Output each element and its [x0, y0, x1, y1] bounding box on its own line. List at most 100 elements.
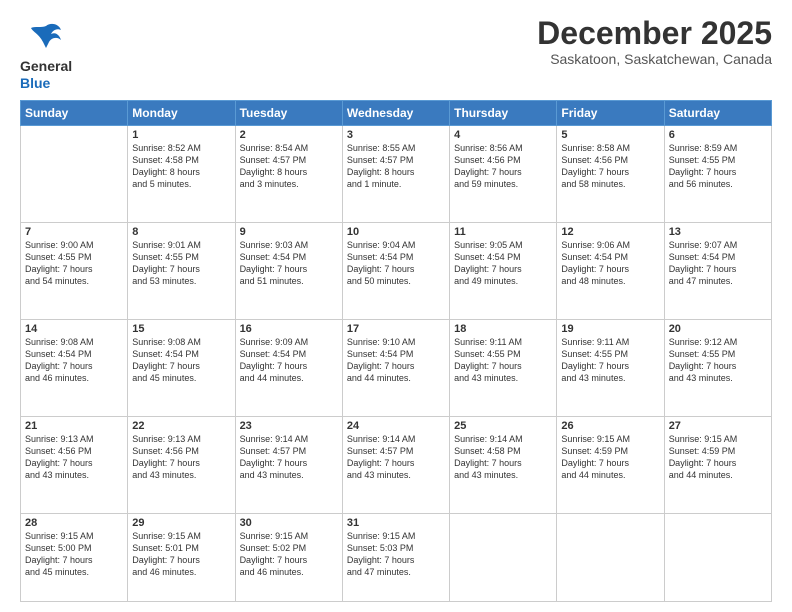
- table-row: 12Sunrise: 9:06 AM Sunset: 4:54 PM Dayli…: [557, 222, 664, 319]
- table-row: 2Sunrise: 8:54 AM Sunset: 4:57 PM Daylig…: [235, 125, 342, 222]
- day-number: 23: [240, 420, 338, 432]
- table-row: 27Sunrise: 9:15 AM Sunset: 4:59 PM Dayli…: [664, 416, 771, 513]
- day-number: 20: [669, 323, 767, 335]
- cell-info: Sunrise: 9:15 AM Sunset: 5:03 PM Dayligh…: [347, 530, 445, 579]
- day-number: 22: [132, 420, 230, 432]
- day-number: 16: [240, 323, 338, 335]
- cell-info: Sunrise: 9:15 AM Sunset: 5:00 PM Dayligh…: [25, 530, 123, 579]
- table-row: 29Sunrise: 9:15 AM Sunset: 5:01 PM Dayli…: [128, 513, 235, 601]
- table-row: [557, 513, 664, 601]
- cell-info: Sunrise: 8:59 AM Sunset: 4:55 PM Dayligh…: [669, 142, 767, 191]
- header: General Blue December 2025 Saskatoon, Sa…: [20, 16, 772, 92]
- day-number: 21: [25, 420, 123, 432]
- day-number: 25: [454, 420, 552, 432]
- day-number: 4: [454, 129, 552, 141]
- day-number: 9: [240, 226, 338, 238]
- table-row: 13Sunrise: 9:07 AM Sunset: 4:54 PM Dayli…: [664, 222, 771, 319]
- table-row: 14Sunrise: 9:08 AM Sunset: 4:54 PM Dayli…: [21, 319, 128, 416]
- table-row: 6Sunrise: 8:59 AM Sunset: 4:55 PM Daylig…: [664, 125, 771, 222]
- logo-bird-icon: [29, 20, 63, 54]
- table-row: 10Sunrise: 9:04 AM Sunset: 4:54 PM Dayli…: [342, 222, 449, 319]
- cell-info: Sunrise: 9:13 AM Sunset: 4:56 PM Dayligh…: [25, 433, 123, 482]
- table-row: 4Sunrise: 8:56 AM Sunset: 4:56 PM Daylig…: [450, 125, 557, 222]
- cell-info: Sunrise: 8:54 AM Sunset: 4:57 PM Dayligh…: [240, 142, 338, 191]
- cell-info: Sunrise: 9:11 AM Sunset: 4:55 PM Dayligh…: [454, 336, 552, 385]
- day-number: 24: [347, 420, 445, 432]
- table-row: 28Sunrise: 9:15 AM Sunset: 5:00 PM Dayli…: [21, 513, 128, 601]
- cell-info: Sunrise: 9:03 AM Sunset: 4:54 PM Dayligh…: [240, 239, 338, 288]
- table-row: 21Sunrise: 9:13 AM Sunset: 4:56 PM Dayli…: [21, 416, 128, 513]
- day-number: 11: [454, 226, 552, 238]
- title-block: December 2025 Saskatoon, Saskatchewan, C…: [537, 16, 772, 67]
- calendar-week-row: 1Sunrise: 8:52 AM Sunset: 4:58 PM Daylig…: [21, 125, 772, 222]
- day-number: 26: [561, 420, 659, 432]
- day-number: 13: [669, 226, 767, 238]
- table-row: 25Sunrise: 9:14 AM Sunset: 4:58 PM Dayli…: [450, 416, 557, 513]
- day-number: 1: [132, 129, 230, 141]
- table-row: 20Sunrise: 9:12 AM Sunset: 4:55 PM Dayli…: [664, 319, 771, 416]
- table-row: 17Sunrise: 9:10 AM Sunset: 4:54 PM Dayli…: [342, 319, 449, 416]
- logo-blue-text: Blue: [20, 75, 72, 92]
- cell-info: Sunrise: 9:00 AM Sunset: 4:55 PM Dayligh…: [25, 239, 123, 288]
- table-row: 30Sunrise: 9:15 AM Sunset: 5:02 PM Dayli…: [235, 513, 342, 601]
- table-row: 16Sunrise: 9:09 AM Sunset: 4:54 PM Dayli…: [235, 319, 342, 416]
- table-row: [21, 125, 128, 222]
- subtitle: Saskatoon, Saskatchewan, Canada: [537, 51, 772, 67]
- day-number: 27: [669, 420, 767, 432]
- day-number: 12: [561, 226, 659, 238]
- cell-info: Sunrise: 9:06 AM Sunset: 4:54 PM Dayligh…: [561, 239, 659, 288]
- cell-info: Sunrise: 9:11 AM Sunset: 4:55 PM Dayligh…: [561, 336, 659, 385]
- logo: General Blue: [20, 16, 72, 92]
- calendar-week-row: 21Sunrise: 9:13 AM Sunset: 4:56 PM Dayli…: [21, 416, 772, 513]
- calendar-week-row: 14Sunrise: 9:08 AM Sunset: 4:54 PM Dayli…: [21, 319, 772, 416]
- cell-info: Sunrise: 9:13 AM Sunset: 4:56 PM Dayligh…: [132, 433, 230, 482]
- month-title: December 2025: [537, 16, 772, 51]
- table-row: 24Sunrise: 9:14 AM Sunset: 4:57 PM Dayli…: [342, 416, 449, 513]
- day-number: 15: [132, 323, 230, 335]
- table-row: 7Sunrise: 9:00 AM Sunset: 4:55 PM Daylig…: [21, 222, 128, 319]
- header-monday: Monday: [128, 100, 235, 125]
- table-row: 18Sunrise: 9:11 AM Sunset: 4:55 PM Dayli…: [450, 319, 557, 416]
- day-number: 5: [561, 129, 659, 141]
- table-row: 5Sunrise: 8:58 AM Sunset: 4:56 PM Daylig…: [557, 125, 664, 222]
- table-row: [450, 513, 557, 601]
- day-number: 30: [240, 517, 338, 529]
- table-row: 26Sunrise: 9:15 AM Sunset: 4:59 PM Dayli…: [557, 416, 664, 513]
- calendar-header-row: Sunday Monday Tuesday Wednesday Thursday…: [21, 100, 772, 125]
- table-row: 23Sunrise: 9:14 AM Sunset: 4:57 PM Dayli…: [235, 416, 342, 513]
- table-row: 11Sunrise: 9:05 AM Sunset: 4:54 PM Dayli…: [450, 222, 557, 319]
- day-number: 2: [240, 129, 338, 141]
- cell-info: Sunrise: 9:14 AM Sunset: 4:58 PM Dayligh…: [454, 433, 552, 482]
- cell-info: Sunrise: 9:12 AM Sunset: 4:55 PM Dayligh…: [669, 336, 767, 385]
- table-row: 9Sunrise: 9:03 AM Sunset: 4:54 PM Daylig…: [235, 222, 342, 319]
- day-number: 28: [25, 517, 123, 529]
- calendar-week-row: 7Sunrise: 9:00 AM Sunset: 4:55 PM Daylig…: [21, 222, 772, 319]
- calendar-week-row: 28Sunrise: 9:15 AM Sunset: 5:00 PM Dayli…: [21, 513, 772, 601]
- cell-info: Sunrise: 9:05 AM Sunset: 4:54 PM Dayligh…: [454, 239, 552, 288]
- header-friday: Friday: [557, 100, 664, 125]
- header-wednesday: Wednesday: [342, 100, 449, 125]
- cell-info: Sunrise: 9:01 AM Sunset: 4:55 PM Dayligh…: [132, 239, 230, 288]
- header-tuesday: Tuesday: [235, 100, 342, 125]
- cell-info: Sunrise: 8:56 AM Sunset: 4:56 PM Dayligh…: [454, 142, 552, 191]
- cell-info: Sunrise: 9:07 AM Sunset: 4:54 PM Dayligh…: [669, 239, 767, 288]
- table-row: 8Sunrise: 9:01 AM Sunset: 4:55 PM Daylig…: [128, 222, 235, 319]
- cell-info: Sunrise: 8:58 AM Sunset: 4:56 PM Dayligh…: [561, 142, 659, 191]
- cell-info: Sunrise: 9:10 AM Sunset: 4:54 PM Dayligh…: [347, 336, 445, 385]
- cell-info: Sunrise: 9:15 AM Sunset: 4:59 PM Dayligh…: [669, 433, 767, 482]
- day-number: 31: [347, 517, 445, 529]
- cell-info: Sunrise: 8:52 AM Sunset: 4:58 PM Dayligh…: [132, 142, 230, 191]
- day-number: 19: [561, 323, 659, 335]
- cell-info: Sunrise: 9:14 AM Sunset: 4:57 PM Dayligh…: [240, 433, 338, 482]
- calendar-table: Sunday Monday Tuesday Wednesday Thursday…: [20, 100, 772, 602]
- cell-info: Sunrise: 9:15 AM Sunset: 5:02 PM Dayligh…: [240, 530, 338, 579]
- day-number: 17: [347, 323, 445, 335]
- cell-info: Sunrise: 9:08 AM Sunset: 4:54 PM Dayligh…: [132, 336, 230, 385]
- table-row: 1Sunrise: 8:52 AM Sunset: 4:58 PM Daylig…: [128, 125, 235, 222]
- cell-info: Sunrise: 8:55 AM Sunset: 4:57 PM Dayligh…: [347, 142, 445, 191]
- table-row: 3Sunrise: 8:55 AM Sunset: 4:57 PM Daylig…: [342, 125, 449, 222]
- day-number: 3: [347, 129, 445, 141]
- day-number: 29: [132, 517, 230, 529]
- table-row: 31Sunrise: 9:15 AM Sunset: 5:03 PM Dayli…: [342, 513, 449, 601]
- table-row: [664, 513, 771, 601]
